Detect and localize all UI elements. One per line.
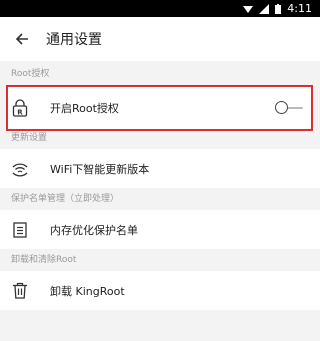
back-button[interactable] xyxy=(0,17,44,61)
uninstall-row[interactable]: 卸载 KingRoot xyxy=(0,271,320,310)
toggle-knob xyxy=(275,101,288,114)
uninstall-label: 卸载 KingRoot xyxy=(50,284,125,298)
cell-signal-icon xyxy=(259,3,270,14)
wifi-icon xyxy=(11,160,29,178)
trash-icon xyxy=(11,282,29,300)
section-header-update: 更新设置 xyxy=(0,131,320,149)
highlight-box: R 开启Root授权 xyxy=(6,85,313,131)
wifi-update-label: WiFi下智能更新版本 xyxy=(50,162,150,176)
list-icon xyxy=(11,221,29,239)
root-auth-label: 开启Root授权 xyxy=(50,102,119,115)
root-lock-icon: R xyxy=(11,99,29,117)
signal-icon xyxy=(243,4,254,14)
root-auth-toggle[interactable] xyxy=(275,101,305,115)
section-header-uninstall: 卸载和清除Root xyxy=(0,249,320,271)
root-auth-row[interactable]: R 开启Root授权 xyxy=(8,87,311,129)
battery-icon xyxy=(275,3,282,14)
svg-text:R: R xyxy=(17,109,23,117)
section-header-protect: 保护名单管理（立即处理） xyxy=(0,188,320,210)
status-bar: 4:11 xyxy=(0,0,320,17)
status-time: 4:11 xyxy=(287,2,312,15)
toolbar: 通用设置 xyxy=(0,17,320,61)
protect-list-row[interactable]: 内存优化保护名单 xyxy=(0,210,320,249)
page-title: 通用设置 xyxy=(46,32,102,48)
arrow-left-icon xyxy=(15,33,28,45)
protect-list-label: 内存优化保护名单 xyxy=(50,223,138,237)
wifi-update-row[interactable]: WiFi下智能更新版本 xyxy=(0,149,320,188)
section-header-root: Root授权 xyxy=(0,63,320,85)
